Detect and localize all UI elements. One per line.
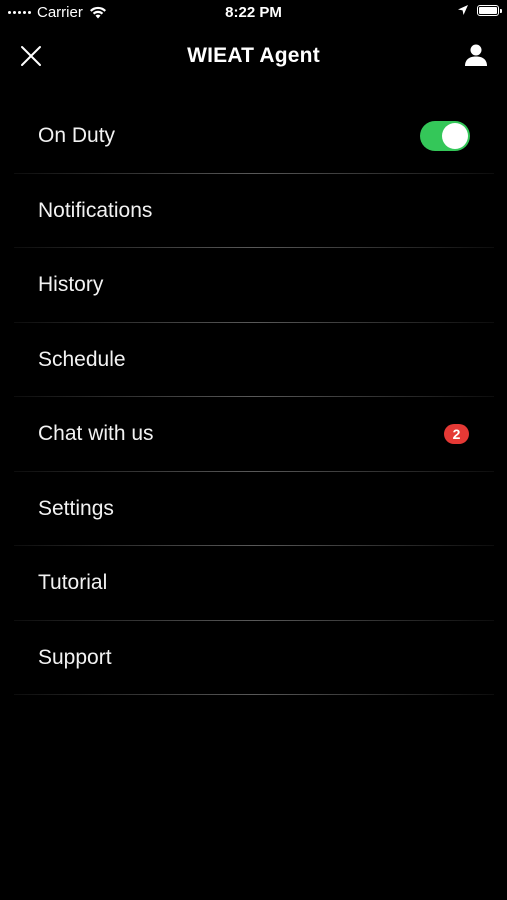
- unread-badge: 2: [444, 424, 469, 445]
- menu-item-tutorial[interactable]: Tutorial: [14, 546, 494, 621]
- page-title: WIEAT Agent: [187, 44, 320, 67]
- menu-item-settings[interactable]: Settings: [14, 472, 494, 547]
- person-icon: [465, 44, 487, 66]
- toggle-knob: [442, 123, 468, 150]
- status-bar: Carrier 8:22 PM: [0, 0, 507, 28]
- location-arrow-icon: [458, 5, 468, 15]
- menu-item-history[interactable]: History: [14, 248, 494, 323]
- menu-item-notifications[interactable]: Notifications: [14, 174, 494, 249]
- menu-item-label: Notifications: [38, 198, 153, 222]
- status-right: [457, 4, 502, 16]
- header: WIEAT Agent: [0, 28, 507, 84]
- menu-item-label: Tutorial: [38, 571, 108, 595]
- status-time: 8:22 PM: [225, 4, 282, 21]
- battery-icon: [477, 4, 502, 16]
- on-duty-toggle[interactable]: [420, 121, 470, 152]
- menu-item-label: History: [38, 273, 104, 297]
- menu-item-schedule[interactable]: Schedule: [14, 323, 494, 398]
- side-menu: On Duty Notifications History Schedule C…: [14, 99, 494, 695]
- menu-item-on-duty[interactable]: On Duty: [14, 99, 494, 174]
- menu-item-label: On Duty: [38, 124, 116, 148]
- profile-button[interactable]: [463, 42, 489, 68]
- menu-item-support[interactable]: Support: [14, 621, 494, 696]
- menu-item-label: Support: [38, 645, 112, 669]
- menu-item-label: Schedule: [38, 347, 126, 371]
- menu-item-label: Chat with us: [38, 422, 154, 446]
- menu-item-label: Settings: [38, 496, 114, 520]
- menu-item-chat[interactable]: Chat with us 2: [14, 397, 494, 472]
